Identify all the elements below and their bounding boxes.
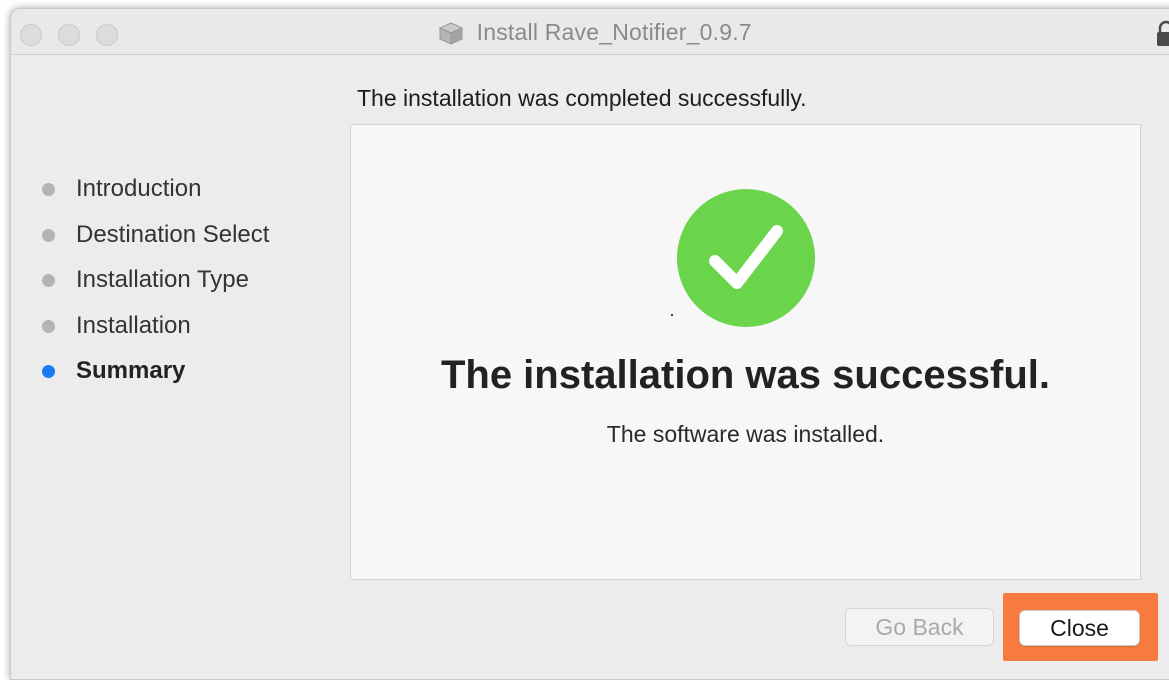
sidebar-item-label: Destination Select <box>76 220 270 248</box>
sidebar-item-installation: Installation <box>11 298 341 344</box>
package-box-icon <box>438 21 464 45</box>
active-step-bullet-icon <box>42 365 55 378</box>
sidebar-item-summary: Summary <box>11 343 341 389</box>
sidebar-item-label: Introduction <box>76 175 202 202</box>
success-subtitle: The software was installed. <box>606 421 885 447</box>
sidebar-item-introduction: Introduction <box>11 161 341 207</box>
window-title: Install Rave_Notifier_0.9.7 <box>476 19 752 45</box>
close-button[interactable]: Close <box>1019 610 1140 646</box>
sidebar-item-label: Installation <box>76 311 191 339</box>
installer-window: Install Rave_Notifier_0.9.7 The installa… <box>10 8 1169 680</box>
step-bullet-icon <box>42 319 55 333</box>
checkmark-circle-icon <box>677 189 815 327</box>
summary-panel: The installation was successful. The sof… <box>350 124 1141 580</box>
sidebar-item-installation-type: Installation Type <box>11 252 341 298</box>
title-bar: Install Rave_Notifier_0.9.7 <box>11 9 1169 55</box>
lock-icon[interactable] <box>1155 20 1169 48</box>
sidebar-item-label: Installation Type <box>76 266 250 293</box>
step-bullet-icon <box>42 183 55 196</box>
step-bullet-icon <box>42 274 55 287</box>
window-title-group: Install Rave_Notifier_0.9.7 <box>11 19 1169 49</box>
sidebar-item-label: Summary <box>76 357 186 384</box>
go-back-button[interactable]: Go Back <box>845 608 994 646</box>
stray-dot <box>671 314 673 316</box>
step-bullet-icon <box>42 228 55 242</box>
page-heading: The installation was completed successfu… <box>357 85 807 111</box>
success-title: The installation was successful. <box>440 353 1051 397</box>
installer-steps-sidebar: Introduction Destination Select Installa… <box>11 161 341 389</box>
sidebar-item-destination-select: Destination Select <box>11 207 341 253</box>
